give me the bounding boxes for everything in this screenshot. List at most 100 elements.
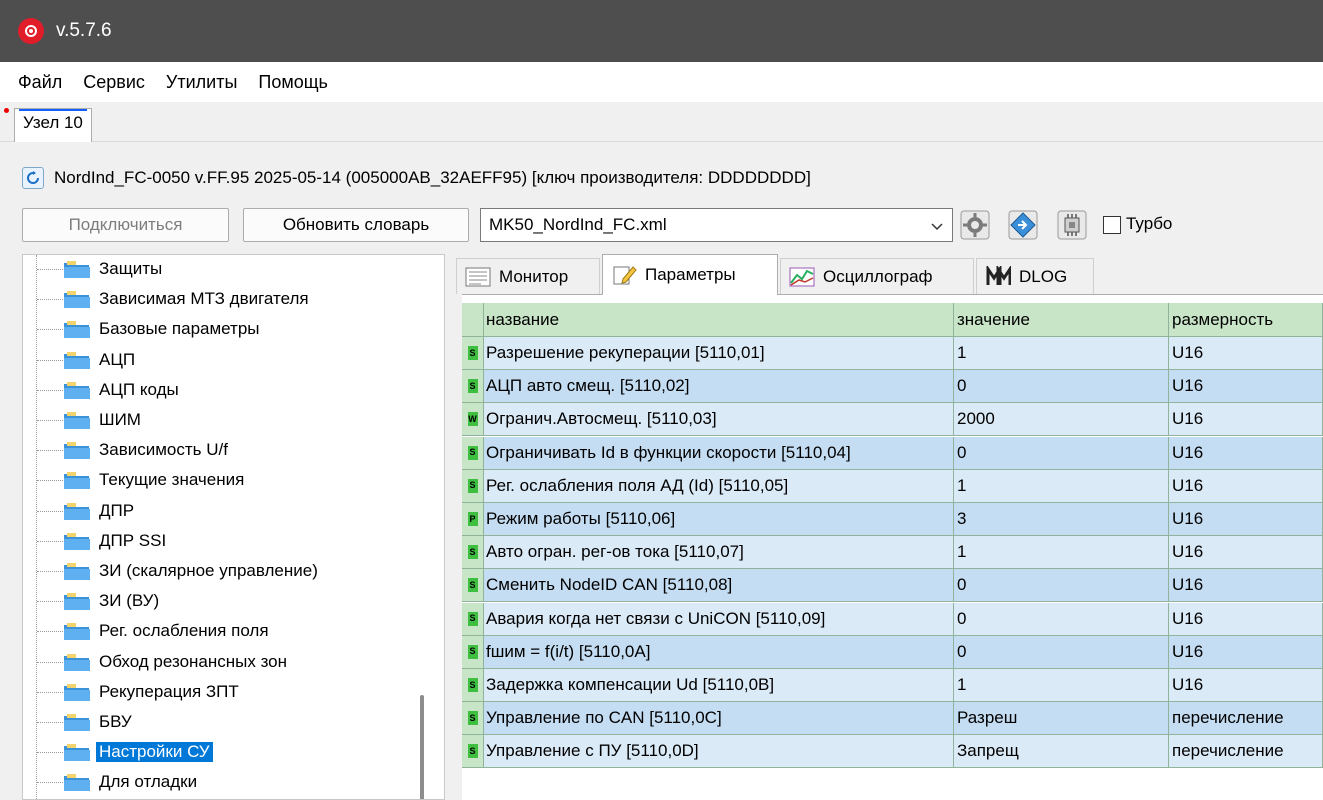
tree-item[interactable]: Обход резонансных зон [23,650,418,674]
parameter-value-cell[interactable]: 0 [954,569,1169,603]
table-row[interactable]: S Сменить NodeID CAN [5110,08] 0 U16 [462,569,1323,603]
row-header[interactable]: W [462,403,484,437]
tree-item[interactable]: Базовые параметры [23,317,418,341]
parameter-value-cell[interactable]: 0 [954,436,1169,470]
tab-oscilloscope[interactable]: Осциллограф [780,258,974,294]
table-row[interactable]: S Рег. ослабления поля АД (Id) [5110,05] 1… [462,469,1323,503]
table-row[interactable]: S Задержка компенсации Ud [5110,0B] 1 U16 [462,669,1323,702]
parameter-value-cell[interactable]: 1 [954,669,1169,702]
row-header[interactable]: S [462,635,484,669]
update-dictionary-button[interactable]: Обновить словарь [243,208,469,242]
row-header[interactable]: S [462,337,484,370]
row-header[interactable]: S [462,602,484,636]
parameter-value-cell[interactable]: 1 [954,337,1169,370]
parameter-value-cell[interactable]: 0 [954,635,1169,669]
tree-item[interactable]: ДПР [23,499,418,523]
menu-service[interactable]: Сервис [83,72,145,93]
folder-icon [64,593,90,611]
parameter-name-cell: Управление с ПУ [5110,0D] [484,735,954,769]
parameter-name-cell: Огранич.Автосмещ. [5110,03] [484,403,954,437]
app-logo-icon [18,18,44,44]
chip-icon[interactable] [1055,208,1089,242]
folder-icon [64,532,90,550]
tree-item[interactable]: Рекуперация ЗПТ [23,680,418,704]
parameter-value-cell[interactable]: 0 [954,370,1169,404]
table-row[interactable]: S Управление по CAN [5110,0C] Разреш перечи… [462,702,1323,736]
row-header[interactable]: S [462,536,484,570]
parameter-value-cell[interactable]: 0 [954,602,1169,636]
menu-utilities[interactable]: Утилиты [166,72,237,93]
tree-item[interactable]: АЦП [23,348,418,372]
row-header[interactable]: S [462,669,484,702]
row-header[interactable]: S [462,569,484,603]
table-row[interactable]: P Режим работы [5110,06] 3 U16 [462,503,1323,536]
table-row[interactable]: S Управление с ПУ [5110,0D] Запрещ перечисл… [462,735,1323,769]
tab-node-10[interactable]: Узел 10 [14,108,92,142]
parameter-unit-cell: U16 [1169,569,1323,603]
row-header[interactable]: S [462,702,484,736]
menu-help[interactable]: Помощь [258,72,328,93]
tree-item[interactable]: Защиты [23,257,418,281]
tree-item[interactable]: Зависимая МТЗ двигателя [23,287,418,311]
navigation-diamond-icon[interactable] [1006,208,1040,242]
table-row[interactable]: S Ограничивать Id в функции скорости [511… [462,436,1323,470]
table-row[interactable]: W Огранич.Автосмещ. [5110,03] 2000 U16 [462,403,1323,437]
table-row[interactable]: S Авто огран. рег-ов тока [5110,07] 1 U16 [462,536,1323,570]
tree-item-label: ШИМ [99,410,141,429]
tree-item[interactable]: ШИМ [23,408,418,432]
table-row[interactable]: S АЦП авто смещ. [5110,02] 0 U16 [462,370,1323,404]
tree-item[interactable]: Для отладки [23,770,418,794]
tab-parameters[interactable]: Параметры [602,254,778,295]
gear-icon[interactable] [958,208,992,242]
tab-monitor[interactable]: Монитор [456,258,600,294]
parameter-value-cell[interactable]: 2000 [954,403,1169,437]
parameter-value-cell[interactable]: 3 [954,503,1169,536]
tree-item[interactable]: ДПР SSI [23,529,418,553]
tree-item[interactable]: Рег. ослабления поля [23,619,418,643]
row-header[interactable]: S [462,735,484,769]
column-header-value[interactable]: значение [954,303,1169,337]
parameter-value-cell[interactable]: 1 [954,469,1169,503]
device-info-text: NordInd_FC-0050 v.FF.95 2025-05-14 (0050… [54,168,811,187]
node-tab-strip: Узел 10 [0,102,1323,142]
parameter-unit-cell: U16 [1169,669,1323,702]
tree-item[interactable]: БВУ [23,710,418,734]
tree-item[interactable]: АЦП коды [23,378,418,402]
parameters-table: название значение размерность S Разрешени… [462,294,1323,800]
column-header-name[interactable]: название [484,303,954,337]
tab-dlog[interactable]: DLOG [976,258,1094,294]
parameter-unit-cell: перечисление [1169,702,1323,736]
refresh-icon[interactable] [22,167,44,189]
row-header[interactable]: S [462,469,484,503]
dictionary-select[interactable]: MK50_NordInd_FC.xml [480,208,953,242]
tree-item[interactable]: ЗИ (скалярное управление) [23,559,418,583]
tree-scrollbar[interactable] [420,695,424,799]
tree-item-label: АЦП [99,349,136,369]
menu-file[interactable]: Файл [18,72,62,93]
row-header[interactable]: S [462,370,484,404]
row-header[interactable]: S [462,436,484,470]
row-header[interactable]: P [462,503,484,536]
tree-item[interactable]: Текущие значения [23,468,418,492]
parameter-name-cell: Сменить NodeID CAN [5110,08] [484,569,954,603]
edit-document-icon [613,266,637,285]
dictionary-select-value: MK50_NordInd_FC.xml [489,215,667,234]
tree-item-label: ДПР [99,500,135,520]
parameter-type-badge: S [467,379,478,394]
parameter-type-badge: S [467,644,478,659]
parameter-name-cell: Режим работы [5110,06] [484,503,954,536]
parameter-value-cell[interactable]: 1 [954,536,1169,570]
table-row[interactable]: S Разрешение рекуперации [5110,01] 1 U16 [462,337,1323,370]
tree-item[interactable]: Зависимость U/f [23,438,418,462]
parameter-name-cell: Задержка компенсации Ud [5110,0B] [484,669,954,702]
column-header-unit[interactable]: размерность [1169,303,1323,337]
parameter-value-cell[interactable]: Запрещ [954,735,1169,769]
tree-item[interactable]: Настройки СУ [23,740,418,764]
tree-item[interactable]: ЗИ (ВУ) [23,589,418,613]
table-row[interactable]: Sfшим = f(i/t) [5110,0A] 0 U16 [462,635,1323,669]
parameter-type-badge: S [467,478,478,493]
parameter-value-cell[interactable]: Разреш [954,702,1169,736]
connect-button[interactable]: Подключиться [22,208,229,242]
turbo-checkbox[interactable] [1103,216,1121,234]
table-row[interactable]: S Авария когда нет связи с UniCON [5110,0… [462,602,1323,636]
